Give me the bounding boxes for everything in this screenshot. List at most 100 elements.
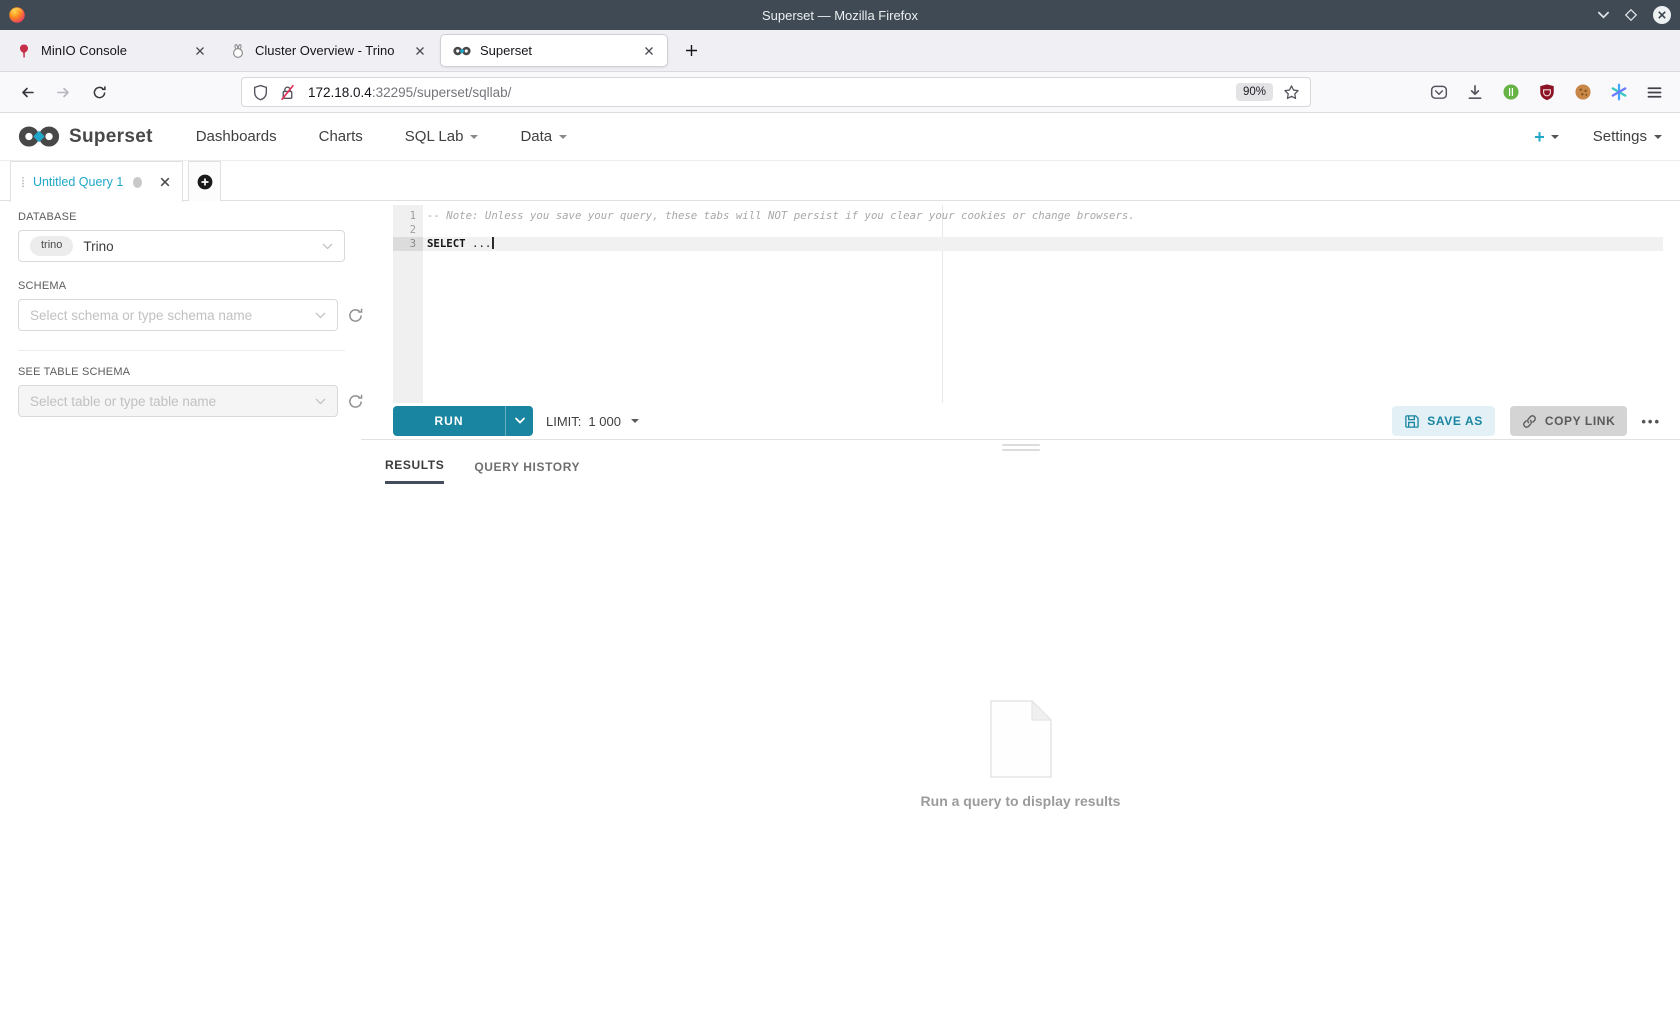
table-placeholder: Select table or type table name <box>30 393 217 409</box>
sqllab-editor-pane: 1 2 3 -- Note: Unless you save your quer… <box>361 201 1680 1012</box>
browser-extension-icons <box>1428 81 1680 103</box>
main-nav: Dashboards Charts SQL Lab Data <box>175 113 588 160</box>
text-cursor <box>492 237 495 249</box>
chevron-down-icon <box>559 134 568 139</box>
nav-item-charts[interactable]: Charts <box>298 113 384 160</box>
superset-logo <box>18 126 60 147</box>
forward-arrow-icon <box>56 87 69 97</box>
copy-link-button[interactable]: COPY LINK <box>1509 406 1628 436</box>
chevron-down-icon <box>470 134 479 139</box>
nav-item-dashboards[interactable]: Dashboards <box>175 113 298 160</box>
window-minimize-button[interactable] <box>1597 11 1610 19</box>
sqllab-toolbar: RUN LIMIT: 1 000 SAVE AS COPY LINK ••• <box>361 403 1680 440</box>
query-tab-bar: Untitled Query 1 <box>0 161 1680 202</box>
trino-favicon <box>232 43 244 58</box>
insecure-lock-icon[interactable] <box>279 84 296 101</box>
database-value: Trino <box>83 238 114 254</box>
minio-favicon <box>20 44 28 57</box>
drag-handle-icon[interactable] <box>21 175 25 189</box>
downloads-icon[interactable] <box>1464 81 1486 103</box>
sqllab-main: DATABASE trino Trino SCHEMA Select schem… <box>0 201 1680 1012</box>
browser-tab-bar: MinIO Console Cluster Overview - Trino S… <box>0 30 1680 72</box>
back-button[interactable] <box>12 77 42 107</box>
tracking-shield-icon[interactable] <box>252 84 269 101</box>
line-number: 3 <box>393 237 423 251</box>
new-tab-button[interactable] <box>676 30 706 71</box>
bookmark-star-icon[interactable] <box>1283 84 1300 101</box>
save-icon <box>1405 414 1419 428</box>
zoom-indicator[interactable]: 90% <box>1235 83 1273 101</box>
window-titlebar: Superset — Mozilla Firefox <box>0 0 1680 30</box>
superset-home-link[interactable]: Superset <box>18 125 153 148</box>
reload-button[interactable] <box>84 77 114 107</box>
query-tab-active[interactable]: Untitled Query 1 <box>10 161 183 202</box>
schema-select[interactable]: Select schema or type schema name <box>18 299 338 331</box>
tab-close-icon[interactable] <box>190 41 210 61</box>
superset-favicon <box>453 46 471 55</box>
diamond-icon <box>1624 8 1638 22</box>
chevron-down-icon[interactable] <box>506 417 533 425</box>
empty-state-message: Run a query to display results <box>920 793 1121 809</box>
tab-query-history[interactable]: QUERY HISTORY <box>474 458 580 484</box>
results-tab-bar: RESULTS QUERY HISTORY <box>361 458 1680 484</box>
database-select[interactable]: trino Trino <box>18 230 345 262</box>
window-maximize-button[interactable] <box>1624 8 1638 22</box>
close-icon <box>1653 6 1671 24</box>
code-line-active: SELECT ... <box>423 237 1663 251</box>
url-bar[interactable]: 172.18.0.4:32295/superset/sqllab/ 90% <box>241 77 1311 107</box>
cookie-icon[interactable] <box>1572 81 1594 103</box>
limit-label: LIMIT: <box>546 413 582 429</box>
table-select[interactable]: Select table or type table name <box>18 385 338 417</box>
chevron-down-icon <box>1654 134 1662 139</box>
new-item-button[interactable]: + <box>1534 128 1559 146</box>
plus-circle-icon <box>197 174 212 189</box>
pocket-icon[interactable] <box>1428 81 1450 103</box>
add-query-tab-button[interactable] <box>188 161 221 201</box>
browser-tab-minio[interactable]: MinIO Console <box>4 30 218 71</box>
limit-value: 1 000 <box>588 413 621 429</box>
link-icon <box>1522 414 1536 428</box>
query-tab-title: Untitled Query 1 <box>32 175 124 189</box>
line-number: 2 <box>409 223 416 236</box>
results-empty-state: Run a query to display results <box>361 700 1680 809</box>
extension-asterisk-icon[interactable] <box>1608 81 1630 103</box>
database-type-badge: trino <box>30 236 74 256</box>
run-query-button[interactable]: RUN <box>393 406 533 436</box>
window-close-button[interactable] <box>1652 5 1672 25</box>
chevron-down-icon <box>315 398 326 405</box>
nav-item-sql-lab[interactable]: SQL Lab <box>384 113 500 160</box>
nav-item-data[interactable]: Data <box>499 113 588 160</box>
tab-close-icon[interactable] <box>410 41 430 61</box>
ublock-shield-icon[interactable] <box>1536 81 1558 103</box>
chevron-down-icon <box>322 243 333 250</box>
tab-results[interactable]: RESULTS <box>385 458 445 484</box>
superset-navbar: Superset Dashboards Charts SQL Lab Data … <box>0 113 1680 161</box>
limit-dropdown[interactable]: LIMIT: 1 000 <box>546 414 639 429</box>
tab-close-icon[interactable] <box>639 41 659 61</box>
back-arrow-icon <box>21 87 34 97</box>
editor-code-area[interactable]: -- Note: Unless you save your query, the… <box>423 205 1663 403</box>
save-as-button[interactable]: SAVE AS <box>1392 406 1495 436</box>
browser-tab-trino[interactable]: Cluster Overview - Trino <box>218 30 438 71</box>
unsaved-indicator <box>133 176 142 188</box>
chevron-down-icon <box>1597 11 1610 19</box>
database-label: DATABASE <box>18 211 77 223</box>
hamburger-menu-icon[interactable] <box>1644 82 1665 103</box>
brand-title: Superset <box>69 125 153 147</box>
sql-editor[interactable]: 1 2 3 -- Note: Unless you save your quer… <box>393 205 1663 403</box>
close-query-tab-icon[interactable] <box>158 175 172 189</box>
forward-button[interactable] <box>48 77 78 107</box>
window-controls <box>1597 0 1672 30</box>
schema-label: SCHEMA <box>18 280 67 292</box>
pane-resize-handle[interactable] <box>1001 444 1040 451</box>
browser-tab-superset[interactable]: Superset <box>440 34 668 67</box>
navbar-right: + Settings <box>1534 128 1662 146</box>
settings-menu[interactable]: Settings <box>1593 128 1662 145</box>
sidebar-divider <box>18 350 345 351</box>
sql-keyword: SELECT <box>427 237 466 250</box>
extension-privacy-icon[interactable] <box>1500 81 1522 103</box>
browser-tab-title: Superset <box>480 43 533 58</box>
more-actions-button[interactable]: ••• <box>1639 414 1663 429</box>
editor-gutter: 1 2 3 <box>393 205 423 403</box>
